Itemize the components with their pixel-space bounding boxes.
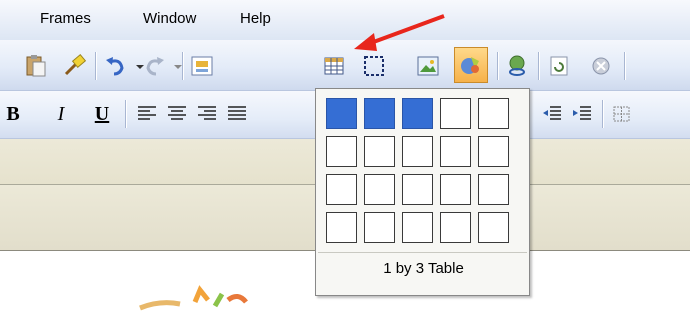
undo-dropdown-icon[interactable] <box>126 52 144 80</box>
menu-frames[interactable]: Frames <box>40 10 91 27</box>
bold-button[interactable]: B <box>4 102 22 126</box>
underline-button[interactable]: U <box>93 102 111 126</box>
align-right-icon[interactable] <box>196 104 218 124</box>
italic-button[interactable]: I <box>52 102 70 126</box>
separator <box>95 52 96 80</box>
table-grid-cell[interactable] <box>440 136 471 167</box>
align-center-icon[interactable] <box>166 104 188 124</box>
separator <box>538 52 539 80</box>
table-grid-cell[interactable] <box>326 212 357 243</box>
table-grid-cell[interactable] <box>364 136 395 167</box>
table-grid-cell[interactable] <box>402 174 433 205</box>
table-grid-cell[interactable] <box>478 98 509 129</box>
decrease-indent-icon[interactable] <box>541 104 563 124</box>
justify-icon[interactable] <box>226 104 248 124</box>
table-grid-cell[interactable] <box>364 212 395 243</box>
page-graphic <box>139 285 248 311</box>
separator <box>624 52 625 80</box>
format-painter-icon[interactable] <box>60 52 88 80</box>
borders-icon[interactable] <box>611 104 633 124</box>
separator <box>125 100 126 128</box>
align-left-icon[interactable] <box>136 104 158 124</box>
table-grid-cell[interactable] <box>364 98 395 129</box>
table-grid-cell[interactable] <box>440 174 471 205</box>
hyperlink-icon[interactable] <box>503 52 531 80</box>
table-grid-cell[interactable] <box>326 136 357 167</box>
table-grid-cell[interactable] <box>402 212 433 243</box>
table-grid-cell[interactable] <box>326 174 357 205</box>
drawing-icon[interactable] <box>457 51 485 79</box>
refresh-icon[interactable] <box>545 52 573 80</box>
table-grid-cell[interactable] <box>440 212 471 243</box>
redo-dropdown-icon[interactable] <box>164 52 182 80</box>
table-grid-cell[interactable] <box>364 174 395 205</box>
separator <box>497 52 498 80</box>
table-grid-cell[interactable] <box>478 174 509 205</box>
table-grid-cell[interactable] <box>440 98 471 129</box>
stop-icon[interactable] <box>587 52 615 80</box>
insert-web-component-icon[interactable] <box>188 52 216 80</box>
table-grid-cell[interactable] <box>402 136 433 167</box>
menu-help[interactable]: Help <box>240 10 271 27</box>
annotation-arrow <box>354 14 445 51</box>
table-grid-cell[interactable] <box>402 98 433 129</box>
paste-icon[interactable] <box>22 52 50 80</box>
increase-indent-icon[interactable] <box>571 104 593 124</box>
table-grid-cell[interactable] <box>326 98 357 129</box>
divider <box>318 252 527 253</box>
table-grid-cell[interactable] <box>478 212 509 243</box>
menu-window[interactable]: Window <box>143 10 196 27</box>
table-size-label: 1 by 3 Table <box>383 260 464 277</box>
table-grid-cell[interactable] <box>478 136 509 167</box>
insert-table-dropdown: 1 by 3 Table <box>315 88 530 296</box>
separator <box>602 100 603 128</box>
separator <box>182 52 183 80</box>
